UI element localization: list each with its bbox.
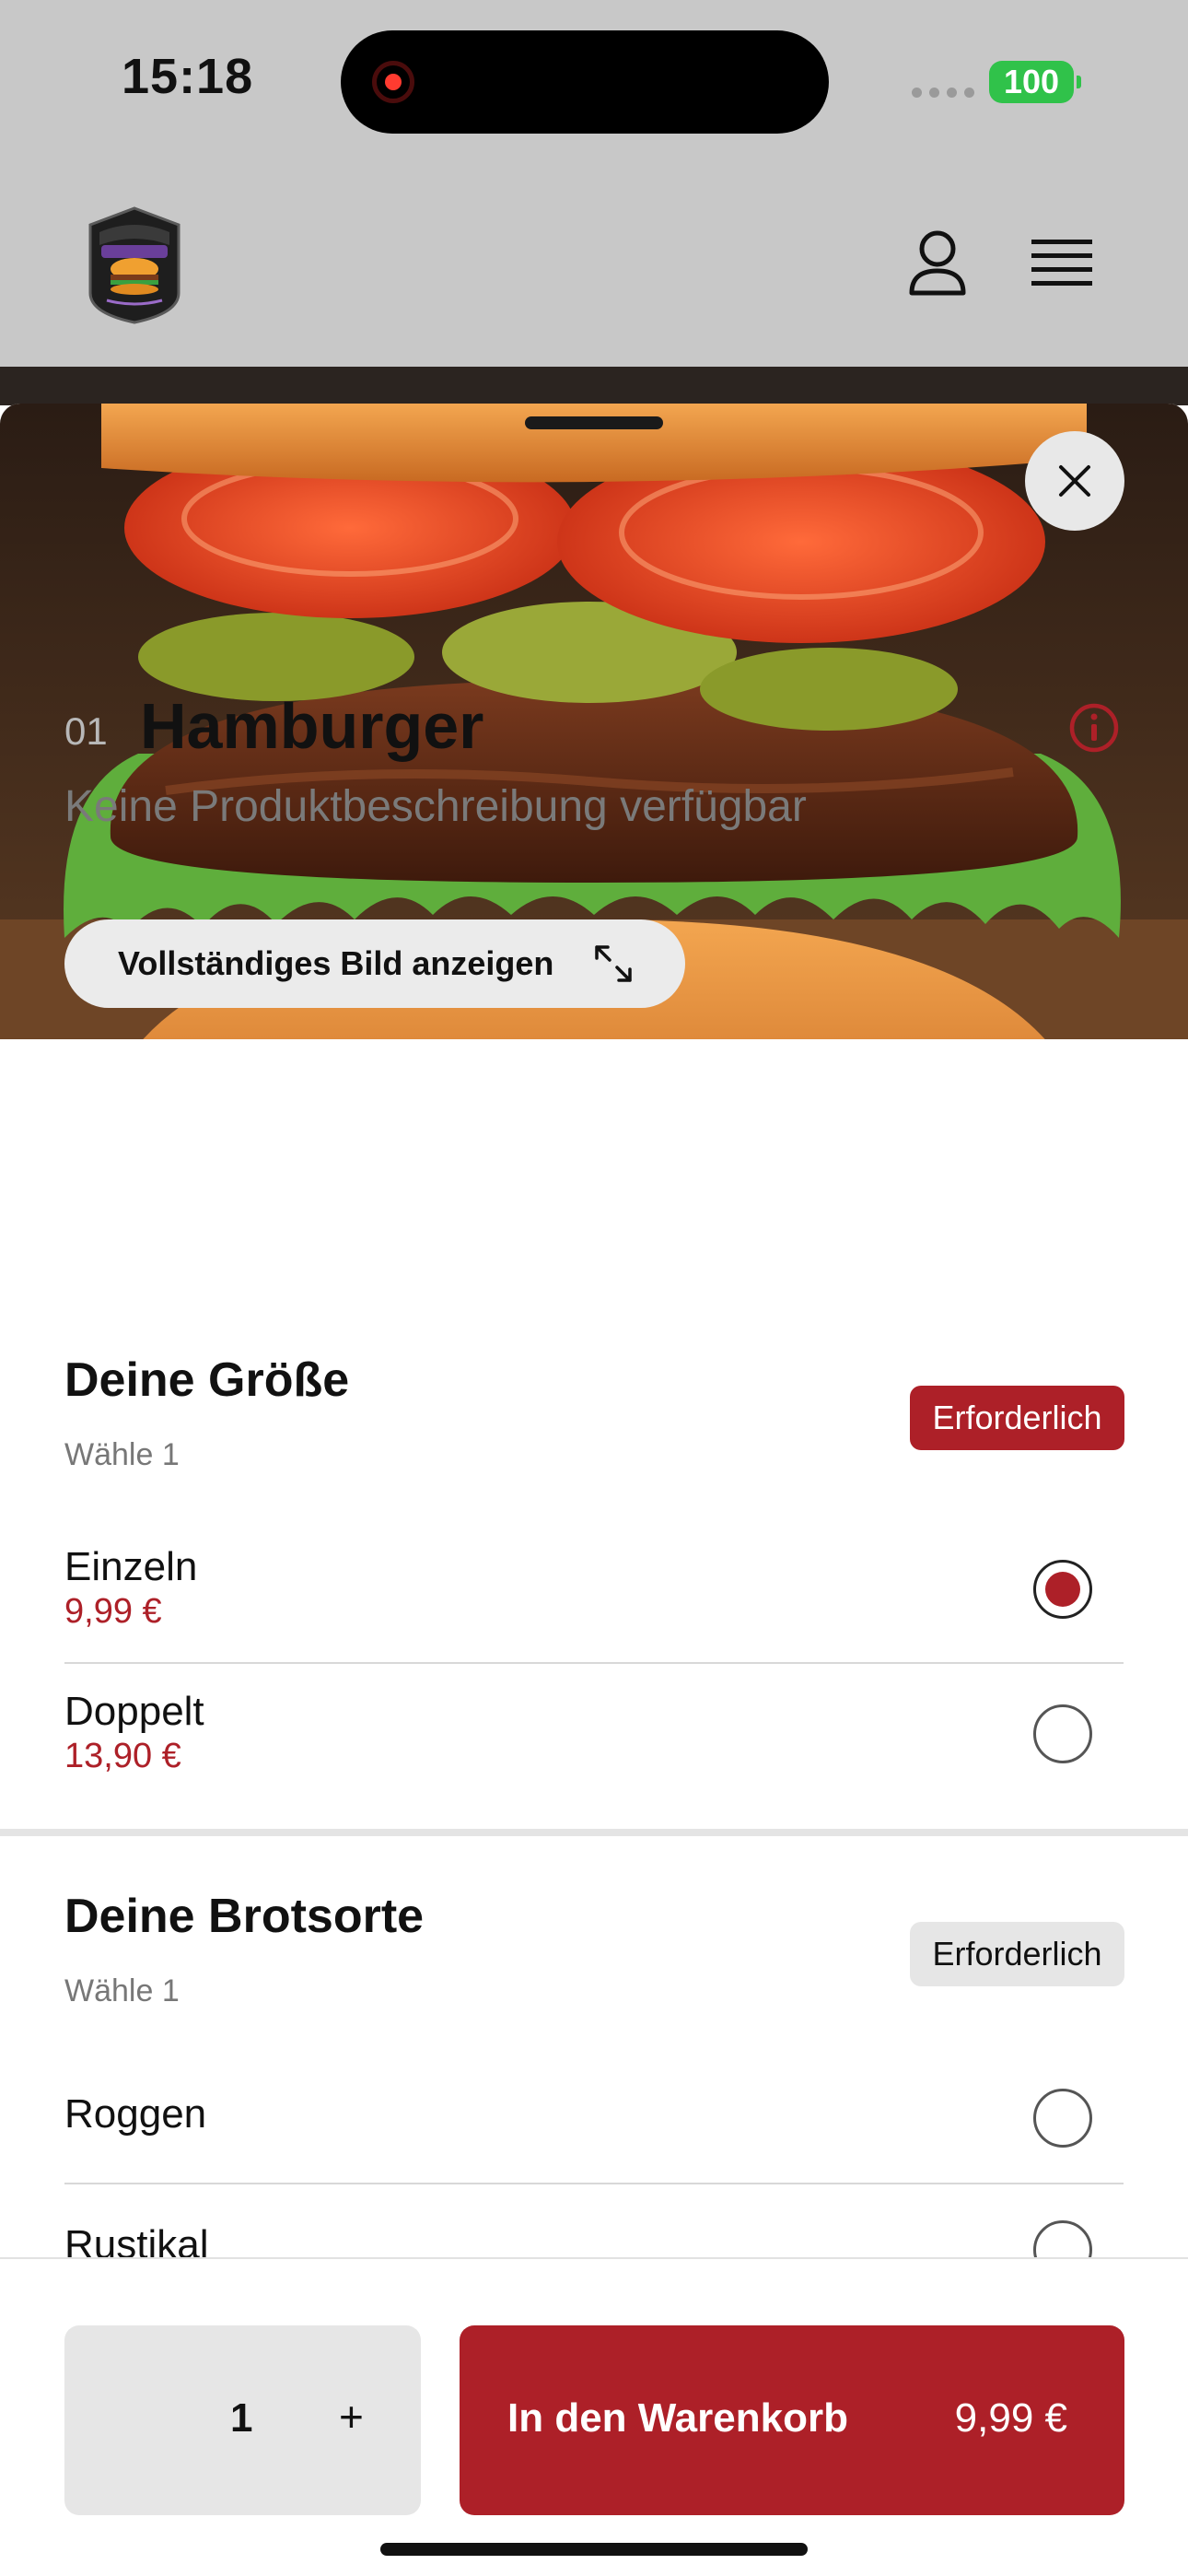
add-to-cart-button[interactable]: In den Warenkorb 9,99 € xyxy=(460,2325,1124,2515)
option-doppelt[interactable]: Doppelt 13,90 € xyxy=(64,1689,1124,1781)
battery-indicator: 100 xyxy=(989,61,1081,103)
background-image-strip xyxy=(0,367,1188,405)
home-indicator[interactable] xyxy=(380,2543,808,2556)
radio-einzeln[interactable] xyxy=(1033,1560,1092,1619)
menu-icon[interactable] xyxy=(1031,238,1092,289)
product-title: Hamburger xyxy=(140,690,484,762)
info-icon[interactable] xyxy=(1068,702,1120,754)
option-name: Roggen xyxy=(64,2091,207,2137)
dynamic-island xyxy=(341,30,829,134)
quantity-value: 1 xyxy=(230,2395,253,2441)
cart-bar: 1 + In den Warenkorb 9,99 € xyxy=(0,2257,1188,2576)
option-price: 9,99 € xyxy=(64,1592,162,1631)
recording-icon xyxy=(372,61,414,103)
divider xyxy=(64,1662,1124,1664)
status-time: 15:18 xyxy=(122,49,254,104)
close-button[interactable] xyxy=(1025,431,1124,531)
add-to-cart-price: 9,99 € xyxy=(954,2395,1067,2441)
signal-icon xyxy=(912,88,974,98)
quantity-stepper[interactable]: 1 + xyxy=(64,2325,421,2515)
required-badge: Erforderlich xyxy=(910,1386,1124,1450)
option-roggen[interactable]: Roggen xyxy=(64,2091,1124,2147)
close-icon xyxy=(1059,465,1090,497)
bread-group-choose: Wähle 1 xyxy=(64,1973,180,2008)
required-badge: Erforderlich xyxy=(910,1922,1124,1986)
option-einzeln[interactable]: Einzeln 9,99 € xyxy=(64,1544,1124,1636)
product-title-row: 01 Hamburger xyxy=(64,689,1124,763)
show-full-image-label: Vollständiges Bild anzeigen xyxy=(118,944,554,982)
expand-icon xyxy=(595,945,632,982)
product-description: Keine Produktbeschreibung verfügbar xyxy=(64,782,807,831)
option-name: Einzeln xyxy=(64,1544,198,1589)
divider xyxy=(64,2183,1124,2184)
size-group-title: Deine Größe xyxy=(64,1353,350,1407)
add-to-cart-label: In den Warenkorb xyxy=(507,2395,848,2441)
bread-group-title: Deine Brotsorte xyxy=(64,1890,425,1943)
show-full-image-button[interactable]: Vollständiges Bild anzeigen xyxy=(64,919,685,1008)
quantity-plus-button[interactable]: + xyxy=(339,2392,364,2441)
radio-doppelt[interactable] xyxy=(1033,1704,1092,1763)
product-number: 01 xyxy=(64,709,108,753)
section-divider xyxy=(0,1829,1188,1836)
radio-roggen[interactable] xyxy=(1033,2089,1092,2148)
user-icon[interactable] xyxy=(907,230,968,297)
option-name: Doppelt xyxy=(64,1689,204,1734)
size-group-choose: Wähle 1 xyxy=(64,1437,180,1472)
burger-shop-logo[interactable] xyxy=(83,205,186,326)
app-header: 15:18 100 xyxy=(0,0,1188,369)
option-price: 13,90 € xyxy=(64,1737,181,1775)
sheet-grabber[interactable] xyxy=(525,416,663,429)
